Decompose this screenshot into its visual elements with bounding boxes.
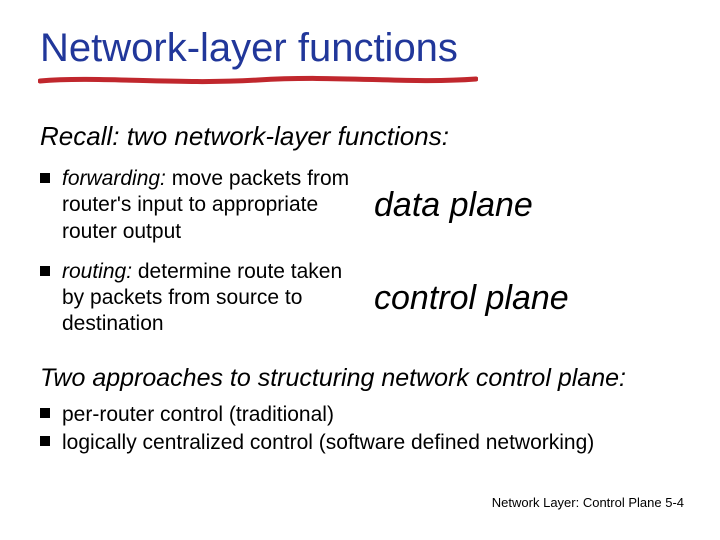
bullet-lead: routing: [62, 260, 132, 283]
square-bullet-icon [40, 436, 50, 446]
bullet-text: forwarding: move packets from router's i… [62, 166, 350, 245]
slide-footer: Network Layer: Control Plane 5-4 [492, 495, 684, 510]
bullet-routing: routing: determine route taken by packet… [40, 259, 350, 338]
recall-line: Recall: two network-layer functions: [40, 121, 680, 152]
bullet-lead: forwarding: [62, 167, 166, 190]
function-row-forwarding: forwarding: move packets from router's i… [40, 166, 680, 245]
plane-label-control: control plane [374, 279, 569, 318]
plane-label-data: data plane [374, 186, 533, 225]
bullet-text: routing: determine route taken by packet… [62, 259, 350, 338]
slide: Network-layer functions Recall: two netw… [0, 0, 720, 540]
bullet-forwarding: forwarding: move packets from router's i… [40, 166, 350, 245]
function-row-routing: routing: determine route taken by packet… [40, 259, 680, 338]
page-title: Network-layer functions [40, 26, 680, 70]
approaches-list: per-router control (traditional) logical… [40, 401, 680, 458]
square-bullet-icon [40, 408, 50, 418]
square-bullet-icon [40, 266, 50, 276]
approach-text: per-router control (traditional) [62, 401, 334, 429]
list-item: logically centralized control (software … [40, 429, 680, 457]
square-bullet-icon [40, 173, 50, 183]
approaches-heading: Two approaches to structuring network co… [40, 364, 680, 393]
title-underline [38, 74, 478, 88]
approach-text: logically centralized control (software … [62, 429, 594, 457]
list-item: per-router control (traditional) [40, 401, 680, 429]
